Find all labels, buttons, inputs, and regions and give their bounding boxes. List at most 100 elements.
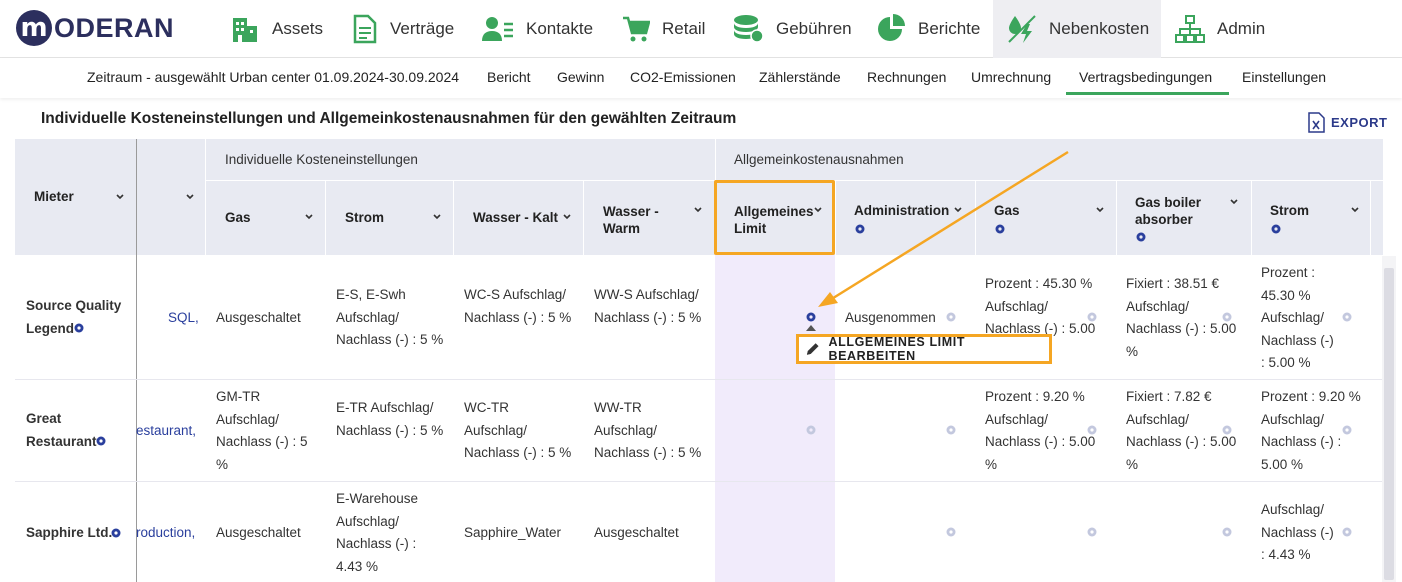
gear-icon[interactable] bbox=[1086, 424, 1098, 436]
column-header-wasser-kalt[interactable]: Wasser - Kalt bbox=[473, 210, 558, 225]
highlight-column-header bbox=[714, 180, 835, 255]
cell-general-gas: Prozent : 9.20 % Aufschlag/ Nachlass (-)… bbox=[985, 389, 1096, 472]
gear-icon[interactable] bbox=[1341, 311, 1353, 323]
tab-bericht[interactable]: Bericht bbox=[487, 58, 531, 96]
scrollbar-thumb[interactable] bbox=[1384, 268, 1394, 580]
gear-icon[interactable] bbox=[1086, 526, 1098, 538]
tenant-short-link[interactable]: roduction, bbox=[136, 522, 195, 545]
column-header-gas[interactable]: Gas bbox=[225, 210, 251, 225]
column-header-strom[interactable]: Strom bbox=[345, 210, 384, 225]
cell-general-strom: Aufschlag/ Nachlass (-) : 4.43 % bbox=[1261, 502, 1334, 562]
logo-text: ODERAN bbox=[54, 12, 175, 43]
column-header-wasser-warm[interactable]: Wasser - Warm bbox=[603, 203, 663, 237]
tab-umrechnung[interactable]: Umrechnung bbox=[971, 58, 1051, 96]
nav-label: Verträge bbox=[390, 19, 455, 38]
cost-settings-table: Mieter Individuelle Kosteneinstellungen … bbox=[15, 139, 1383, 582]
column-divider bbox=[136, 139, 137, 582]
chevron-down-icon[interactable] bbox=[562, 212, 572, 222]
cell-strom: E-TR Aufschlag/ Nachlass (-) : 5 % bbox=[336, 400, 444, 438]
chevron-down-icon[interactable] bbox=[1095, 205, 1105, 215]
active-tab-indicator bbox=[1066, 92, 1229, 95]
tab-vertragsbedingungen[interactable]: Vertragsbedingungen bbox=[1079, 58, 1212, 96]
chevron-down-icon[interactable] bbox=[185, 192, 195, 202]
nav-item-kontakte[interactable]: Kontakte bbox=[482, 0, 593, 58]
building-icon bbox=[233, 18, 257, 42]
tenant-short-link[interactable]: SQL, bbox=[168, 307, 199, 330]
gear-icon[interactable] bbox=[73, 322, 85, 334]
nav-item-berichte[interactable]: Berichte bbox=[876, 0, 980, 58]
sub-navigation: Zeitraum - ausgewählt Urban center 01.09… bbox=[0, 58, 1402, 98]
gear-icon[interactable] bbox=[1341, 424, 1353, 436]
gear-icon[interactable] bbox=[945, 311, 957, 323]
nav-label: Kontakte bbox=[526, 19, 594, 38]
gear-icon[interactable] bbox=[805, 311, 817, 323]
column-header-general-gas[interactable]: Gas bbox=[994, 203, 1020, 218]
column-header-general-strom[interactable]: Strom bbox=[1270, 203, 1309, 218]
gear-icon[interactable] bbox=[1221, 311, 1233, 323]
chevron-down-icon[interactable] bbox=[304, 212, 314, 222]
gear-icon[interactable] bbox=[1270, 223, 1282, 235]
cell-administration: Ausgenommen bbox=[845, 310, 936, 325]
cell-wasser-warm: Ausgeschaltet bbox=[594, 525, 679, 540]
tooltip-label: ALLGEMEINES LIMIT BEARBEITEN bbox=[828, 335, 966, 363]
gear-icon[interactable] bbox=[95, 435, 107, 447]
group-header-individual: Individuelle Kosteneinstellungen bbox=[225, 152, 418, 167]
pencil-icon bbox=[806, 343, 819, 355]
top-navigation: m ODERAN Assets Verträge Kontakte Retail… bbox=[0, 0, 1402, 58]
cell-general-strom: Prozent : 45.30 % Aufschlag/ Nachlass (-… bbox=[1261, 265, 1334, 370]
gear-icon[interactable] bbox=[1221, 424, 1233, 436]
excel-file-icon bbox=[1308, 112, 1325, 133]
nav-item-admin[interactable]: Admin bbox=[1175, 0, 1265, 58]
tab-rechnungen[interactable]: Rechnungen bbox=[867, 58, 946, 96]
chevron-down-icon[interactable] bbox=[693, 205, 703, 215]
nav-label: Assets bbox=[272, 19, 324, 38]
cell-wasser-kalt: Sapphire_Water bbox=[464, 525, 562, 540]
tab-einstellungen[interactable]: Einstellungen bbox=[1242, 58, 1326, 96]
tab-gewinn[interactable]: Gewinn bbox=[557, 58, 604, 96]
moderan-logo[interactable]: m ODERAN bbox=[16, 8, 174, 48]
cell-general-gas: Prozent : 45.30 % Aufschlag/ Nachlass (-… bbox=[985, 276, 1096, 336]
tenant-name[interactable]: Sapphire Ltd. bbox=[26, 522, 112, 545]
edit-limit-tooltip[interactable]: ALLGEMEINES LIMIT BEARBEITEN bbox=[796, 334, 1052, 364]
period-selector[interactable]: Zeitraum - ausgewählt Urban center 01.09… bbox=[87, 58, 459, 96]
contacts-icon bbox=[482, 17, 513, 41]
cell-gas: Ausgeschaltet bbox=[216, 525, 301, 540]
gear-icon[interactable] bbox=[945, 526, 957, 538]
chevron-down-icon[interactable] bbox=[953, 205, 963, 215]
nav-item-gebuehren[interactable]: Gebühren bbox=[732, 0, 852, 58]
tenant-short-link[interactable]: estaurant, bbox=[136, 420, 196, 443]
cell-strom: E-Warehouse Aufschlag/ Nachlass (-) : 4.… bbox=[336, 491, 419, 574]
chevron-down-icon[interactable] bbox=[1350, 205, 1360, 215]
cell-wasser-kalt: WC-TR Aufschlag/ Nachlass (-) : 5 % bbox=[464, 400, 572, 460]
export-button[interactable]: EXPORT bbox=[1308, 112, 1387, 133]
nav-item-assets[interactable]: Assets bbox=[230, 0, 323, 58]
cell-gas: Ausgeschaltet bbox=[216, 310, 301, 325]
column-header-gas-boiler-absorber[interactable]: Gas boiler absorber bbox=[1135, 194, 1220, 228]
chevron-down-icon[interactable] bbox=[115, 192, 125, 202]
nav-item-nebenkosten[interactable]: Nebenkosten bbox=[993, 0, 1161, 58]
page-title: Individuelle Kosteneinstellungen und All… bbox=[41, 110, 737, 127]
gear-icon[interactable] bbox=[994, 223, 1006, 235]
gear-icon[interactable] bbox=[805, 424, 817, 436]
column-header-administration[interactable]: Administration bbox=[854, 203, 949, 218]
tab-zaehlerstaende[interactable]: Zählerstände bbox=[759, 58, 841, 96]
pie-chart-icon bbox=[878, 14, 905, 41]
nav-item-vertraege[interactable]: Verträge bbox=[352, 0, 454, 58]
gear-icon[interactable] bbox=[854, 223, 866, 235]
org-chart-icon bbox=[1175, 15, 1205, 43]
gear-icon[interactable] bbox=[1086, 311, 1098, 323]
column-header-mieter[interactable]: Mieter bbox=[34, 189, 74, 204]
gear-icon[interactable] bbox=[1341, 526, 1353, 538]
cell-strom: E-S, E-Swh Aufschlag/ Nachlass (-) : 5 % bbox=[336, 287, 444, 347]
cell-wasser-warm: WW-TR Aufschlag/ Nachlass (-) : 5 % bbox=[594, 400, 702, 460]
gear-icon[interactable] bbox=[1135, 231, 1147, 243]
tab-co2-emissionen[interactable]: CO2-Emissionen bbox=[630, 58, 736, 96]
chevron-down-icon[interactable] bbox=[1229, 197, 1239, 207]
chevron-down-icon[interactable] bbox=[432, 212, 442, 222]
gear-icon[interactable] bbox=[110, 527, 122, 539]
cart-icon bbox=[623, 16, 650, 42]
nav-item-retail[interactable]: Retail bbox=[622, 0, 705, 58]
gear-icon[interactable] bbox=[945, 424, 957, 436]
gear-icon[interactable] bbox=[1221, 526, 1233, 538]
tenant-name[interactable]: Great Restaurant bbox=[26, 408, 126, 453]
